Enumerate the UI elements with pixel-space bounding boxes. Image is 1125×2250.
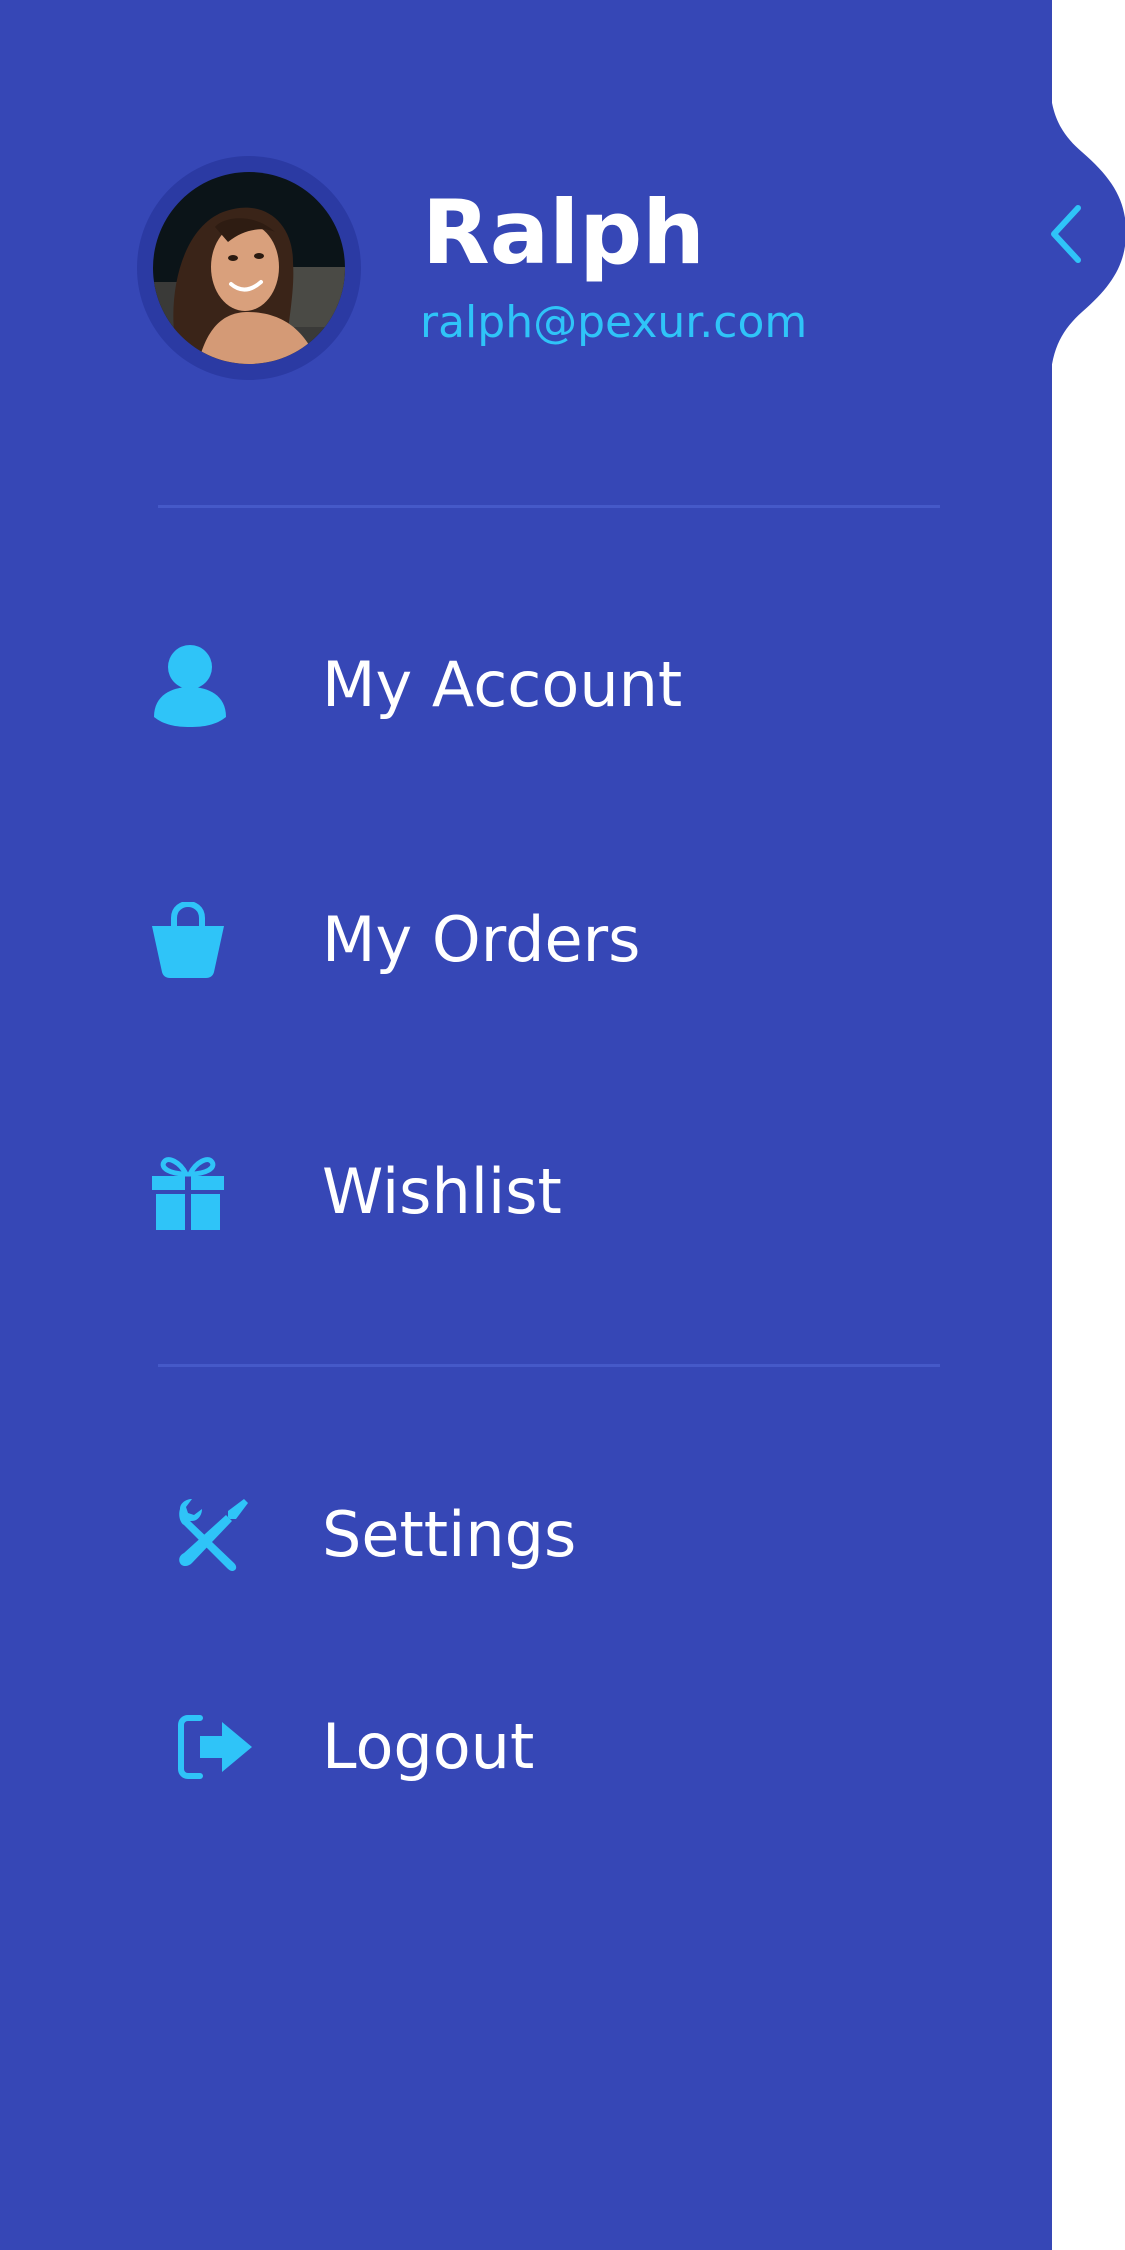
menu-item-logout[interactable]: Logout [150, 1682, 940, 1812]
menu-label-my-orders: My Orders [322, 903, 641, 976]
tools-icon [150, 1470, 284, 1600]
menu-label-settings: Settings [322, 1498, 577, 1571]
divider-bottom [158, 1364, 940, 1367]
chevron-left-icon [1051, 205, 1081, 263]
shopping-bag-icon [150, 875, 260, 1005]
menu-label-my-account: My Account [322, 648, 683, 721]
navigation-screen: Ralph ralph@pexur.com My Account My Orde… [0, 0, 1125, 2250]
avatar[interactable] [153, 172, 345, 364]
menu-item-my-orders[interactable]: My Orders [150, 875, 940, 1005]
user-email: ralph@pexur.com [420, 297, 808, 348]
user-icon [150, 620, 260, 750]
collapse-drawer-button[interactable] [1036, 186, 1096, 282]
gift-icon [150, 1127, 260, 1257]
menu-item-settings[interactable]: Settings [150, 1470, 940, 1600]
menu-item-my-account[interactable]: My Account [150, 620, 940, 750]
user-name: Ralph [422, 181, 705, 284]
menu-label-logout: Logout [322, 1710, 535, 1783]
logout-icon [150, 1682, 288, 1812]
divider-top [158, 505, 940, 508]
user-photo [153, 172, 345, 364]
menu-item-wishlist[interactable]: Wishlist [150, 1127, 940, 1257]
menu-label-wishlist: Wishlist [322, 1155, 562, 1228]
